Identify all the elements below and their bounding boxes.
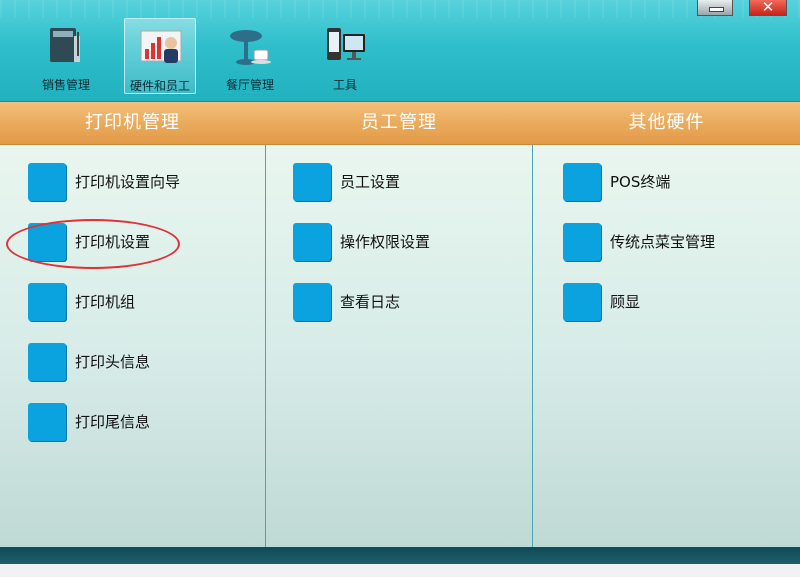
item-label: 打印尾信息 (75, 413, 151, 431)
minimize-button[interactable] (697, 0, 733, 16)
item-label: 顾显 (610, 293, 641, 311)
bottom-status-bar (0, 547, 800, 564)
print-header-info-item[interactable]: 打印头信息 (28, 343, 228, 383)
item-label: 打印机组 (75, 293, 136, 311)
tool-label: 餐厅管理 (225, 78, 274, 92)
item-tile-icon (293, 283, 331, 321)
item-tile-icon (28, 283, 66, 321)
item-tile-icon (563, 283, 601, 321)
printer-settings-item[interactable]: 打印机设置 (28, 223, 228, 263)
tool-label: 销售管理 (41, 78, 90, 92)
item-tile-icon (293, 163, 331, 201)
close-button[interactable]: ✕ (749, 0, 787, 16)
customer-display-item[interactable]: 顾显 (563, 283, 763, 323)
item-tile-icon (28, 163, 66, 201)
tool-label: 硬件和员工 (129, 79, 190, 93)
item-label: 员工设置 (340, 173, 401, 191)
item-tile-icon (28, 223, 66, 261)
item-tile-icon (28, 343, 66, 381)
print-footer-info-item[interactable]: 打印尾信息 (28, 403, 228, 443)
column-header-other-hardware: 其他硬件 (628, 112, 705, 133)
other-hardware-column: POS终端 传统点菜宝管理 顾显 (533, 145, 800, 547)
item-tile-icon (28, 403, 66, 441)
tool-tools[interactable]: 工具 (309, 18, 381, 94)
item-label: 打印头信息 (75, 353, 151, 371)
section-header-band: 打印机管理 员工管理 其他硬件 (0, 102, 800, 145)
item-tile-icon (293, 223, 331, 261)
column-header-printer: 打印机管理 (85, 112, 180, 133)
item-tile-icon (563, 223, 601, 261)
pos-terminal-item[interactable]: POS终端 (563, 163, 763, 203)
tool-label: 工具 (332, 78, 357, 92)
item-label: 查看日志 (340, 293, 401, 311)
printer-setup-wizard-item[interactable]: 打印机设置向导 (28, 163, 228, 203)
item-label: 打印机设置向导 (75, 173, 181, 191)
tool-restaurant-management[interactable]: 餐厅管理 (214, 18, 286, 94)
close-icon: ✕ (761, 0, 775, 16)
item-label: 操作权限设置 (340, 233, 431, 251)
item-label: POS终端 (610, 173, 671, 191)
device-monitor-icon (327, 28, 365, 60)
top-toolbar: 销售管理 硬件和员工 餐厅管理 工具 ✕ (0, 0, 800, 102)
item-label: 传统点菜宝管理 (610, 233, 716, 251)
order-device-management-item[interactable]: 传统点菜宝管理 (563, 223, 763, 263)
printer-management-column: 打印机设置向导 打印机设置 打印机组 打印头信息 打印尾信息 (0, 145, 265, 547)
view-log-item[interactable]: 查看日志 (293, 283, 493, 323)
table-cup-icon (230, 30, 271, 65)
book-ledger-icon (50, 28, 80, 62)
tool-hardware-staff[interactable]: 硬件和员工 (124, 18, 196, 94)
tool-sales-management[interactable]: 销售管理 (30, 18, 102, 94)
column-header-staff: 员工管理 (361, 112, 437, 133)
printer-group-item[interactable]: 打印机组 (28, 283, 228, 323)
item-label: 打印机设置 (75, 233, 151, 251)
staff-settings-item[interactable]: 员工设置 (293, 163, 493, 203)
window-footer (0, 564, 800, 577)
staff-management-column: 员工设置 操作权限设置 查看日志 (266, 145, 532, 547)
permission-settings-item[interactable]: 操作权限设置 (293, 223, 493, 263)
item-tile-icon (563, 163, 601, 201)
staff-chart-icon (140, 30, 182, 63)
